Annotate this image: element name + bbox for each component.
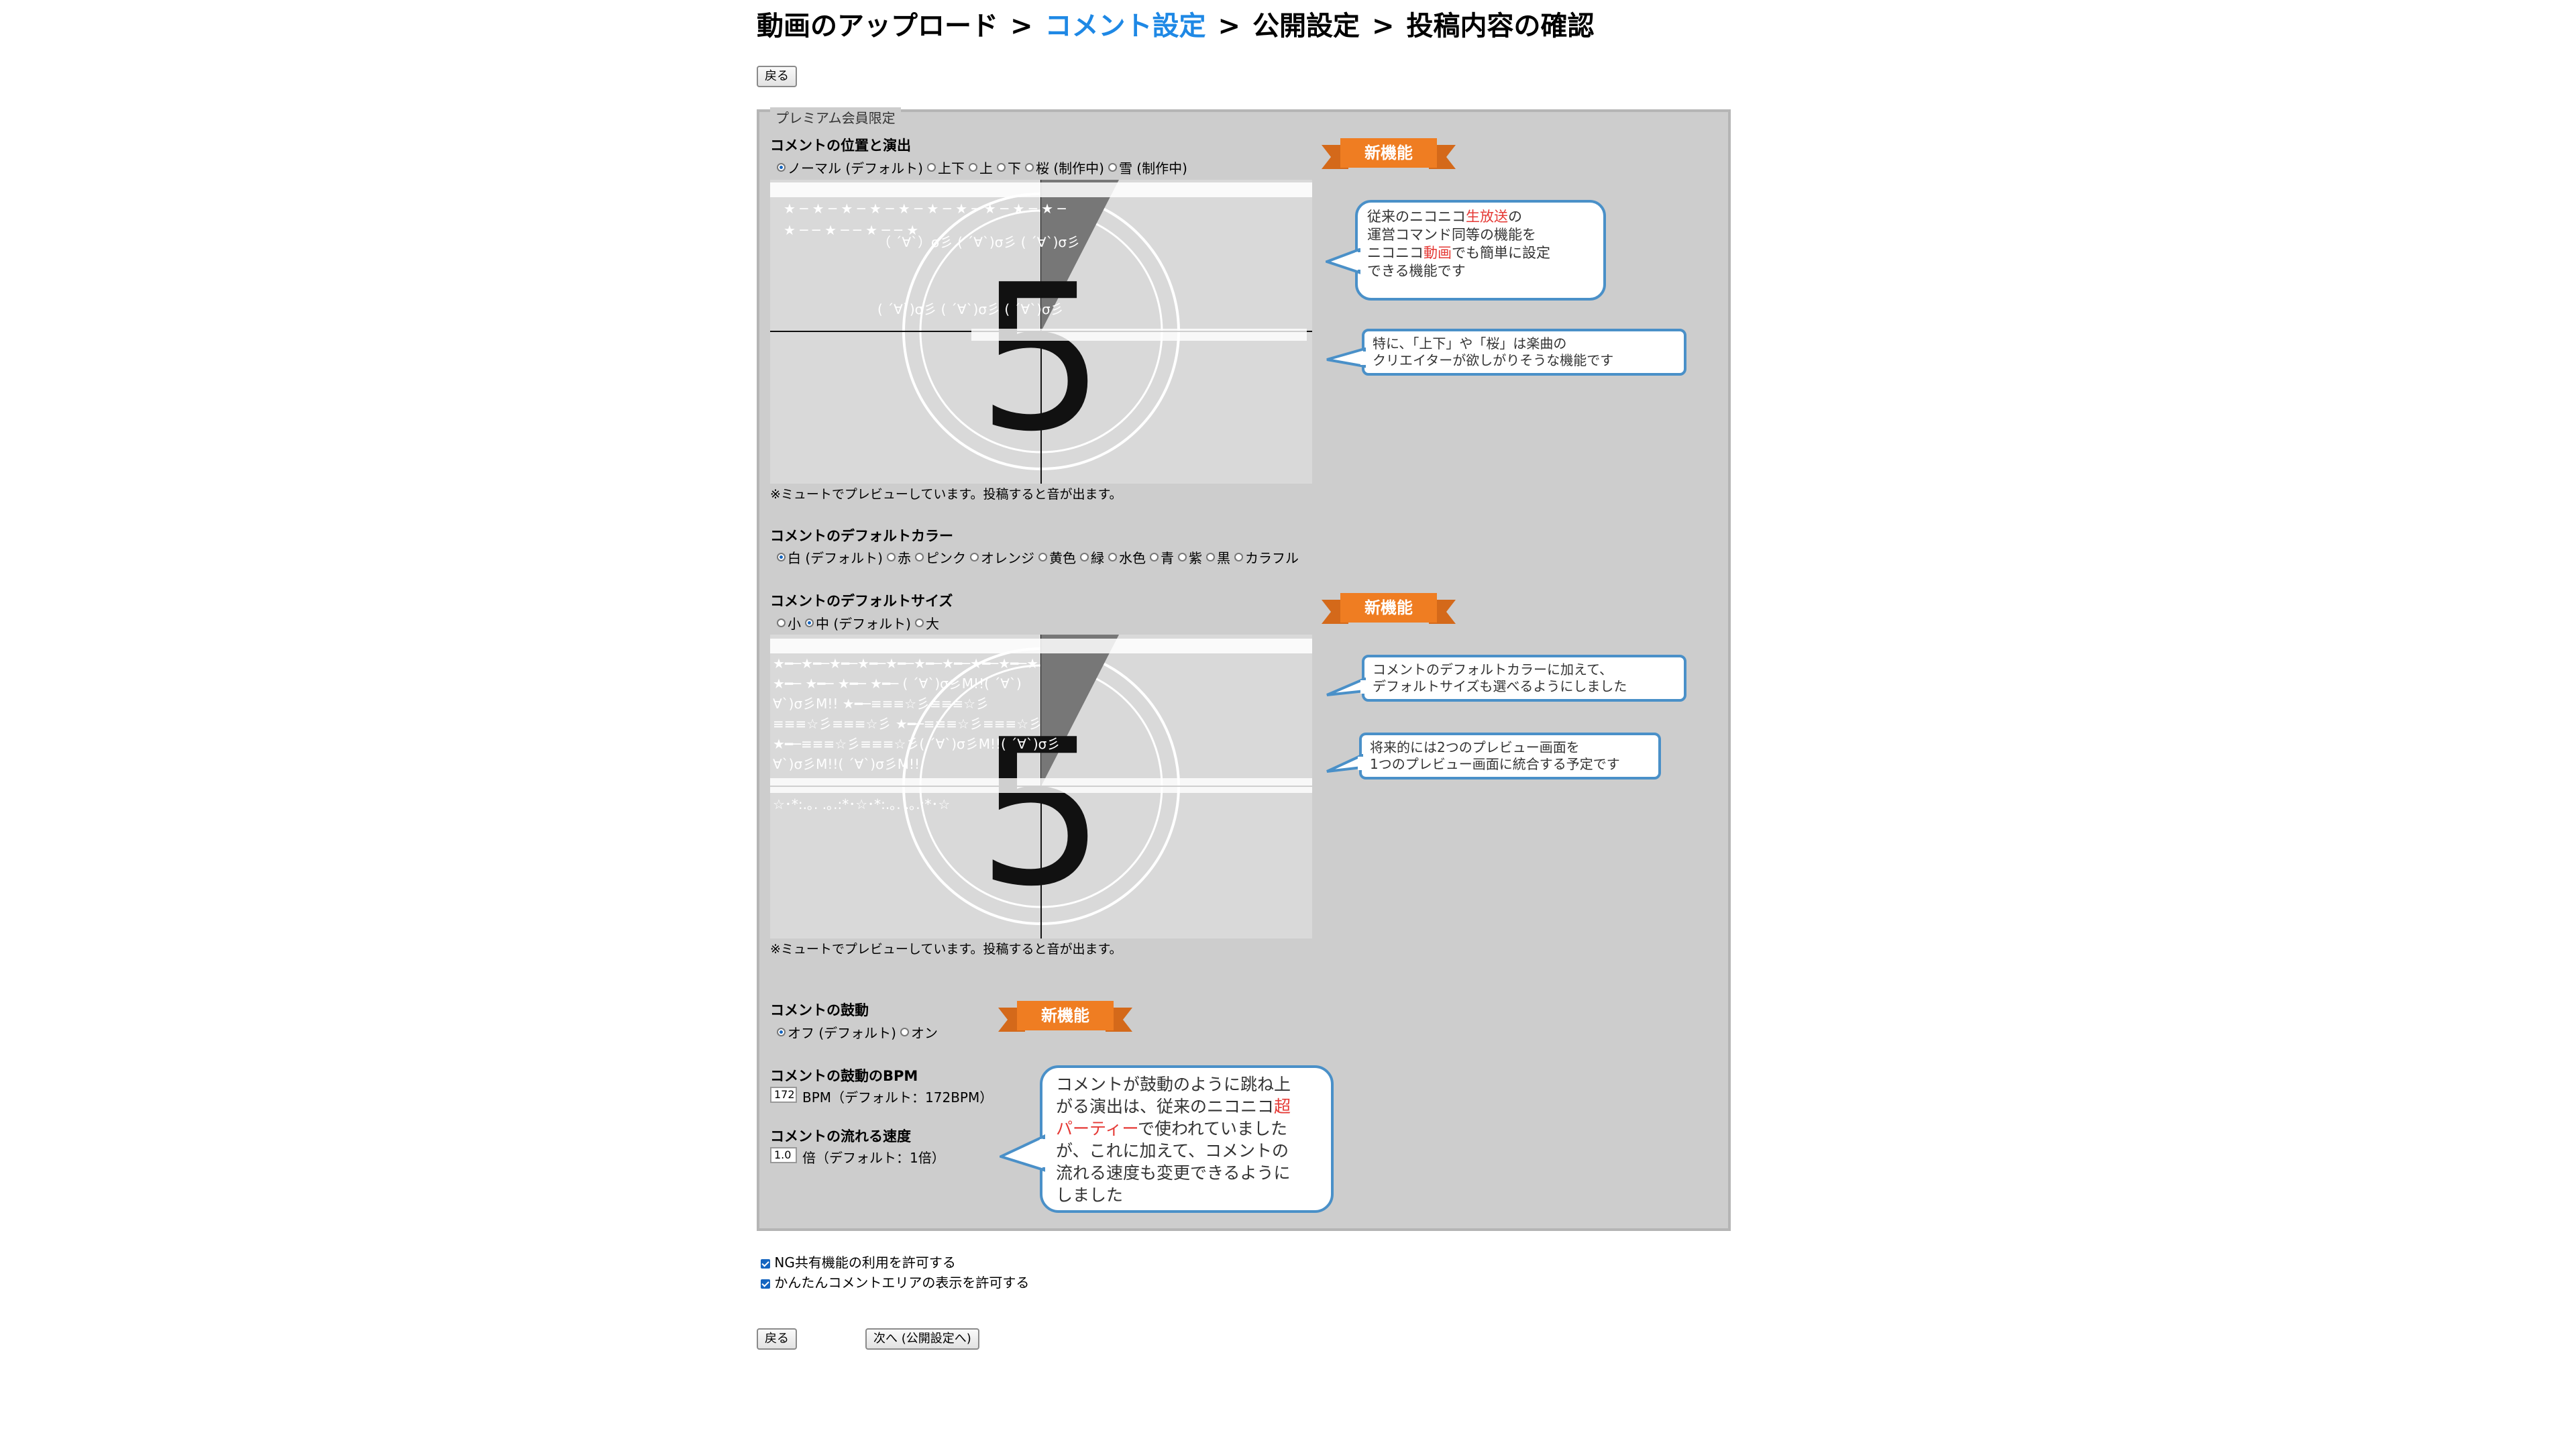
beat-option-off[interactable]: オフ (デフォルト) bbox=[777, 1022, 896, 1042]
color-option-orange[interactable]: オレンジ bbox=[969, 547, 1034, 567]
breadcrumb: 動画のアップロード > コメント設定 > 公開設定 > 投稿内容の確認 bbox=[757, 4, 1595, 43]
ng-share-checkbox-row[interactable]: NG共有機能の利用を許可する bbox=[761, 1252, 956, 1271]
svg-text:☆･*:.｡. .｡.:*･☆･*:.｡. .｡.:*･☆: ☆･*:.｡. .｡.:*･☆･*:.｡. .｡.:*･☆ bbox=[773, 796, 950, 812]
breadcrumb-step-comment-settings: コメント設定 bbox=[1044, 11, 1206, 42]
svg-text:( ´∀`)σ彡 ( ´∀`)σ彡 ( ´∀`)σ彡: ( ´∀`)σ彡 ( ´∀`)σ彡 ( ´∀`)σ彡 bbox=[877, 301, 1064, 317]
size-option-medium[interactable]: 中 (デフォルト) bbox=[805, 613, 911, 633]
callout-tail bbox=[1326, 248, 1360, 274]
position-option-normal[interactable]: ノーマル (デフォルト) bbox=[777, 158, 923, 177]
svg-text:≡≡≡☆彡≡≡≡☆彡 ★━─≡≡≡☆彡≡≡≡☆彡: ≡≡≡☆彡≡≡≡☆彡 ★━─≡≡≡☆彡≡≡≡☆彡 bbox=[773, 716, 1042, 732]
speed-unit-text: 倍（デフォルト：1倍） bbox=[802, 1150, 945, 1166]
position-option-snow[interactable]: 雪 (制作中) bbox=[1108, 158, 1187, 177]
comment-position-preview: 5 ★ ─ ★ ─ ★ ─ ★ ─ ★ ─ ★ ─ ★ ─ ★ ─ ★ ─ ★ … bbox=[770, 180, 1312, 484]
bpm-label: コメントの鼓動のBPM bbox=[770, 1068, 918, 1084]
svg-text:（ ´∀`）σ彡 ( ´∀`)σ彡 ( ´∀`)σ彡: （ ´∀`）σ彡 ( ´∀`)σ彡 ( ´∀`)σ彡 bbox=[877, 234, 1080, 250]
preview-mute-note-2: ※ミュートでプレビューしています。投稿すると音が出ます。 bbox=[770, 942, 1122, 957]
callout-bubble-1: 従来のニコニコ生放送の 運営コマンド同等の機能を ニコニコ動画でも簡単に設定 で… bbox=[1355, 200, 1606, 301]
breadcrumb-step-upload: 動画のアップロード bbox=[757, 11, 998, 42]
comment-size-preview: 5 ★━─★━─★━─★━─★━─★━─★━─★━─★━─★ ★━─ ★━─ ★… bbox=[770, 635, 1312, 938]
size-label: コメントのデフォルトサイズ bbox=[770, 593, 953, 609]
bpm-unit-text: BPM（デフォルト：172BPM） bbox=[802, 1089, 994, 1106]
svg-text:新機能: 新機能 bbox=[1041, 1006, 1089, 1025]
callout-tail bbox=[1326, 678, 1366, 696]
callout-tail bbox=[1326, 347, 1366, 368]
position-option-top-bottom[interactable]: 上下 bbox=[926, 158, 965, 177]
svg-text:新機能: 新機能 bbox=[1364, 144, 1413, 162]
breadcrumb-separator: > bbox=[1372, 11, 1395, 42]
premium-legend: プレミアム会員限定 bbox=[770, 107, 901, 127]
svg-text:∀`)σ彡M!! ★━─≡≡≡☆彡≡≡≡☆彡: ∀`)σ彡M!! ★━─≡≡≡☆彡≡≡≡☆彡 bbox=[773, 696, 989, 712]
color-option-blue[interactable]: 青 bbox=[1149, 547, 1174, 567]
breadcrumb-separator: > bbox=[1010, 11, 1033, 42]
callout-bubble-5: コメントが鼓動のように跳ね上 がる演出は、従来のニコニコ超 パーティーで使われて… bbox=[1040, 1065, 1334, 1213]
position-option-top[interactable]: 上 bbox=[968, 158, 993, 177]
new-feature-badge: 新機能 bbox=[1322, 593, 1456, 624]
position-option-sakura[interactable]: 桜 (制作中) bbox=[1024, 158, 1104, 177]
color-option-pink[interactable]: ピンク bbox=[914, 547, 966, 567]
position-option-bottom[interactable]: 下 bbox=[996, 158, 1021, 177]
speed-label: コメントの流れる速度 bbox=[770, 1128, 911, 1144]
countdown-preview-graphic: 5 ★ ─ ★ ─ ★ ─ ★ ─ ★ ─ ★ ─ ★ ─ ★ ─ ★ ─ ★ … bbox=[770, 180, 1312, 484]
beat-radio-group: オフ (デフォルト) オン bbox=[777, 1022, 938, 1042]
callout-bubble-4: 将来的には2つのプレビュー画面を 1つのプレビュー画面に統合する予定です bbox=[1359, 733, 1661, 780]
back-button-top[interactable]: 戻る bbox=[757, 66, 797, 87]
position-radio-group: ノーマル (デフォルト) 上下 上 下 桜 (制作中) 雪 (制作中) bbox=[777, 158, 1187, 177]
svg-text:★━─★━─★━─★━─★━─★━─★━─★━─★━─★: ★━─★━─★━─★━─★━─★━─★━─★━─★━─★ bbox=[773, 655, 1038, 672]
callout-bubble-3: コメントのデフォルトカラーに加えて、 デフォルトサイズも選べるようにしました bbox=[1362, 655, 1686, 702]
color-option-cyan[interactable]: 水色 bbox=[1108, 547, 1146, 567]
ng-share-checkbox[interactable] bbox=[761, 1259, 770, 1269]
beat-label: コメントの鼓動 bbox=[770, 1002, 869, 1018]
countdown-digit: 5 bbox=[977, 241, 1106, 476]
color-option-white[interactable]: 白 (デフォルト) bbox=[777, 547, 883, 567]
countdown-preview-graphic: 5 ★━─★━─★━─★━─★━─★━─★━─★━─★━─★ ★━─ ★━─ ★… bbox=[770, 635, 1312, 938]
svg-text:∀`)σ彡M!!( ´∀`)σ彡M!!: ∀`)σ彡M!!( ´∀`)σ彡M!! bbox=[773, 756, 920, 772]
breadcrumb-step-confirm: 投稿内容の確認 bbox=[1406, 11, 1595, 42]
next-button[interactable]: 次へ (公開設定へ) bbox=[865, 1328, 979, 1350]
new-feature-badge: 新機能 bbox=[998, 1001, 1132, 1032]
position-label: コメントの位置と演出 bbox=[770, 138, 911, 154]
callout-tail bbox=[1326, 754, 1363, 773]
color-label: コメントのデフォルトカラー bbox=[770, 528, 953, 544]
easy-comment-checkbox-row[interactable]: かんたんコメントエリアの表示を許可する bbox=[761, 1272, 1029, 1291]
callout-bubble-2: 特に、「上下」や「桜」は楽曲の クリエイターが欲しがりそうな機能です bbox=[1362, 329, 1686, 376]
callout-tail bbox=[1000, 1134, 1045, 1172]
svg-text:新機能: 新機能 bbox=[1364, 598, 1413, 617]
beat-option-on[interactable]: オン bbox=[900, 1022, 938, 1042]
color-option-colorful[interactable]: カラフル bbox=[1234, 547, 1299, 567]
svg-text:★━─≡≡≡☆彡≡≡≡☆彡( ´∀`)σ彡M!!( ´∀`): ★━─≡≡≡☆彡≡≡≡☆彡( ´∀`)σ彡M!!( ´∀`)σ彡 bbox=[773, 736, 1060, 752]
size-radio-group: 小 中 (デフォルト) 大 bbox=[777, 613, 939, 633]
color-option-red[interactable]: 赤 bbox=[886, 547, 911, 567]
breadcrumb-step-publish-settings: 公開設定 bbox=[1252, 11, 1360, 42]
back-button-bottom[interactable]: 戻る bbox=[757, 1328, 797, 1350]
color-option-purple[interactable]: 紫 bbox=[1177, 547, 1202, 567]
color-option-black[interactable]: 黒 bbox=[1205, 547, 1230, 567]
preview-mute-note-1: ※ミュートでプレビューしています。投稿すると音が出ます。 bbox=[770, 487, 1122, 502]
color-radio-group: 白 (デフォルト) 赤 ピンク オレンジ 黄色 緑 水色 青 紫 黒 カラフル bbox=[777, 547, 1299, 567]
svg-text:★━─ ★━─ ★━─ ★━─ ( ´∀`)σ彡M!: ★━─ ★━─ ★━─ ★━─ ( ´∀`)σ彡M!!( ´∀`) bbox=[773, 676, 1022, 692]
easy-comment-checkbox[interactable] bbox=[761, 1279, 770, 1289]
breadcrumb-separator: > bbox=[1218, 11, 1241, 42]
size-option-small[interactable]: 小 bbox=[777, 613, 801, 633]
size-option-large[interactable]: 大 bbox=[914, 613, 939, 633]
bpm-input[interactable]: 172 bbox=[770, 1087, 797, 1103]
radio-selected[interactable] bbox=[777, 163, 786, 172]
speed-input[interactable]: 1.0 bbox=[770, 1147, 797, 1163]
svg-text:★ ─ ★ ─ ★ ─ ★ ─ ★ ─ ★ ─: ★ ─ ★ ─ ★ ─ ★ ─ ★ ─ ★ ─ ★ ─ ★ ─ ★ ─ ★ ─ bbox=[784, 201, 1066, 217]
new-feature-badge: 新機能 bbox=[1322, 138, 1456, 169]
color-option-green[interactable]: 緑 bbox=[1079, 547, 1104, 567]
color-option-yellow[interactable]: 黄色 bbox=[1038, 547, 1076, 567]
